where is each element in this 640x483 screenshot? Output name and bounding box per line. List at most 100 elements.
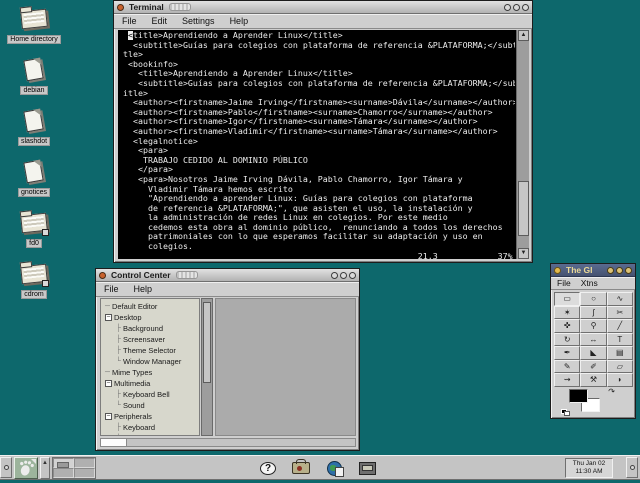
text-tool-icon[interactable]: T [607, 333, 633, 347]
color-picker-tool-icon[interactable]: ✒ [554, 346, 580, 360]
bucket-fill-tool-icon[interactable]: ◣ [580, 346, 606, 360]
tree-item-mime-types[interactable]: ─Mime Types [101, 367, 199, 378]
minimize-button[interactable] [504, 4, 511, 11]
minimize-button[interactable] [331, 272, 338, 279]
desktop-icon-slashdot[interactable]: slashdot [6, 108, 62, 146]
control-center-titlebar[interactable]: Control Center [96, 269, 359, 282]
rect-select-tool-icon[interactable]: ▭ [554, 292, 580, 306]
tree-item-window-manager[interactable]: └Window Manager [101, 356, 199, 367]
document-icon [19, 108, 49, 134]
terminal-text[interactable]: <title>Aprendiendo a Aprender Linux</tit… [123, 31, 515, 259]
menu-help[interactable]: Help [230, 16, 249, 26]
menu-file[interactable]: File [122, 16, 137, 26]
close-button[interactable] [522, 4, 529, 11]
collapse-icon[interactable]: – [105, 413, 112, 420]
workspace-2[interactable] [74, 458, 95, 468]
fuzzy-select-tool-icon[interactable]: ✶ [554, 306, 580, 320]
panel-hide-left-button[interactable] [0, 457, 12, 478]
scrollbar-thumb[interactable] [518, 181, 529, 236]
panel-hide-right-button[interactable] [626, 457, 638, 478]
scroll-up-icon[interactable]: ▲ [518, 30, 529, 41]
maximize-button[interactable] [340, 272, 347, 279]
maximize-button[interactable] [513, 4, 520, 11]
clock-date: Thu Jan 02 [573, 460, 606, 468]
collapse-icon[interactable]: – [105, 314, 112, 321]
tree-item-sound[interactable]: └Sound [101, 400, 199, 411]
terminal-window-icon [117, 4, 124, 11]
default-colors-icon[interactable] [561, 409, 570, 416]
web-browser-launcher[interactable] [321, 457, 347, 479]
terminal-scrollbar[interactable]: ▲ ▼ [516, 30, 529, 259]
free-select-tool-icon[interactable]: ∿ [607, 292, 633, 306]
desktop-icon-label: gnotices [18, 188, 50, 197]
workspace-4[interactable] [74, 468, 95, 478]
terminal-screen[interactable]: <title>Aprendiendo a Aprender Linux</tit… [118, 30, 529, 259]
ellipse-select-tool-icon[interactable]: ○ [580, 292, 606, 306]
workspace-3[interactable] [53, 468, 74, 478]
scroll-down-icon[interactable]: ▼ [518, 248, 529, 259]
tree-item-label: Default Editor [112, 302, 157, 311]
tree-item-screensaver[interactable]: ├Screensaver [101, 334, 199, 345]
tree-line: ├ [116, 347, 121, 354]
desktop-icon-label: Home directory [7, 35, 60, 44]
menu-help[interactable]: Help [134, 284, 153, 294]
desktop-icon-home-directory[interactable]: Home directory [6, 6, 62, 44]
menu-xtns[interactable]: Xtns [581, 278, 598, 288]
crop-tool-icon[interactable]: ╱ [607, 319, 633, 333]
workspace-1[interactable] [53, 458, 74, 468]
titlebar-grip[interactable] [176, 271, 198, 279]
desktop-icon-debian[interactable]: debian [6, 57, 62, 95]
convolve-tool-icon[interactable]: ◗ [607, 373, 633, 387]
tree-item-background[interactable]: ├Background [101, 323, 199, 334]
tasklist-arrow-button[interactable]: ▲ [40, 457, 50, 479]
airbrush-tool-icon[interactable]: ⇝ [554, 373, 580, 387]
terminal-titlebar[interactable]: Terminal [114, 1, 532, 14]
tree-item-label: Peripherals [114, 412, 152, 421]
move-tool-icon[interactable]: ✜ [554, 319, 580, 333]
gimp-titlebar[interactable]: The GI [551, 264, 635, 277]
pencil-tool-icon[interactable]: ✎ [554, 360, 580, 374]
tree-item-peripherals[interactable]: –Peripherals [101, 411, 199, 422]
help-browser-launcher[interactable]: ? [255, 457, 281, 479]
foreground-color-swatch[interactable] [569, 389, 588, 403]
titlebar-grip[interactable] [169, 3, 191, 11]
swap-colors-icon[interactable]: ↷ [608, 387, 615, 396]
blend-tool-icon[interactable]: ▤ [607, 346, 633, 360]
tree-item-multimedia[interactable]: –Multimedia [101, 378, 199, 389]
tree-item-theme-selector[interactable]: ├Theme Selector [101, 345, 199, 356]
maximize-button[interactable] [616, 267, 623, 274]
bezier-select-tool-icon[interactable]: ʃ [580, 306, 606, 320]
close-button[interactable] [625, 267, 632, 274]
scrollbar-thumb[interactable] [203, 302, 211, 384]
magnify-tool-icon[interactable]: ⚲ [580, 319, 606, 333]
gnome-configuration-launcher[interactable] [288, 457, 314, 479]
close-button[interactable] [349, 272, 356, 279]
scissors-tool-icon[interactable]: ✂ [607, 306, 633, 320]
settings-tree: ─Default Editor–Desktop├Background├Scree… [100, 298, 200, 436]
terminal-emulator-launcher[interactable] [354, 457, 380, 479]
main-menu-button[interactable] [14, 457, 38, 479]
minimize-button[interactable] [607, 267, 614, 274]
desktop-icon-fd0[interactable]: fd0 [6, 210, 62, 248]
menu-edit[interactable]: Edit [152, 16, 168, 26]
flip-tool-icon[interactable]: ↔ [580, 333, 606, 347]
paintbrush-tool-icon[interactable]: ✐ [580, 360, 606, 374]
desktop-icon-label: cdrom [21, 290, 46, 299]
menu-settings[interactable]: Settings [182, 16, 215, 26]
transform-tool-icon[interactable]: ↻ [554, 333, 580, 347]
eraser-tool-icon[interactable]: ▱ [607, 360, 633, 374]
menu-file[interactable]: File [557, 278, 571, 288]
tree-item-keyboard[interactable]: ├Keyboard [101, 422, 199, 433]
tree-scrollbar[interactable] [201, 298, 213, 436]
desktop-icon-gnotices[interactable]: gnotices [6, 159, 62, 197]
desktop-icon-cdrom[interactable]: cdrom [6, 261, 62, 299]
clock-applet[interactable]: Thu Jan 02 11:30 AM [565, 458, 613, 478]
tree-item-mouse[interactable]: └Mouse [101, 433, 199, 436]
desktop-icon-column: Home directory debian slashdot gnotices fd0 c… [6, 6, 62, 299]
collapse-icon[interactable]: – [105, 380, 112, 387]
tree-item-desktop[interactable]: –Desktop [101, 312, 199, 323]
clone-tool-icon[interactable]: ⚒ [580, 373, 606, 387]
menu-file[interactable]: File [104, 284, 119, 294]
tree-item-keyboard-bell[interactable]: ├Keyboard Bell [101, 389, 199, 400]
tree-item-default-editor[interactable]: ─Default Editor [101, 301, 199, 312]
